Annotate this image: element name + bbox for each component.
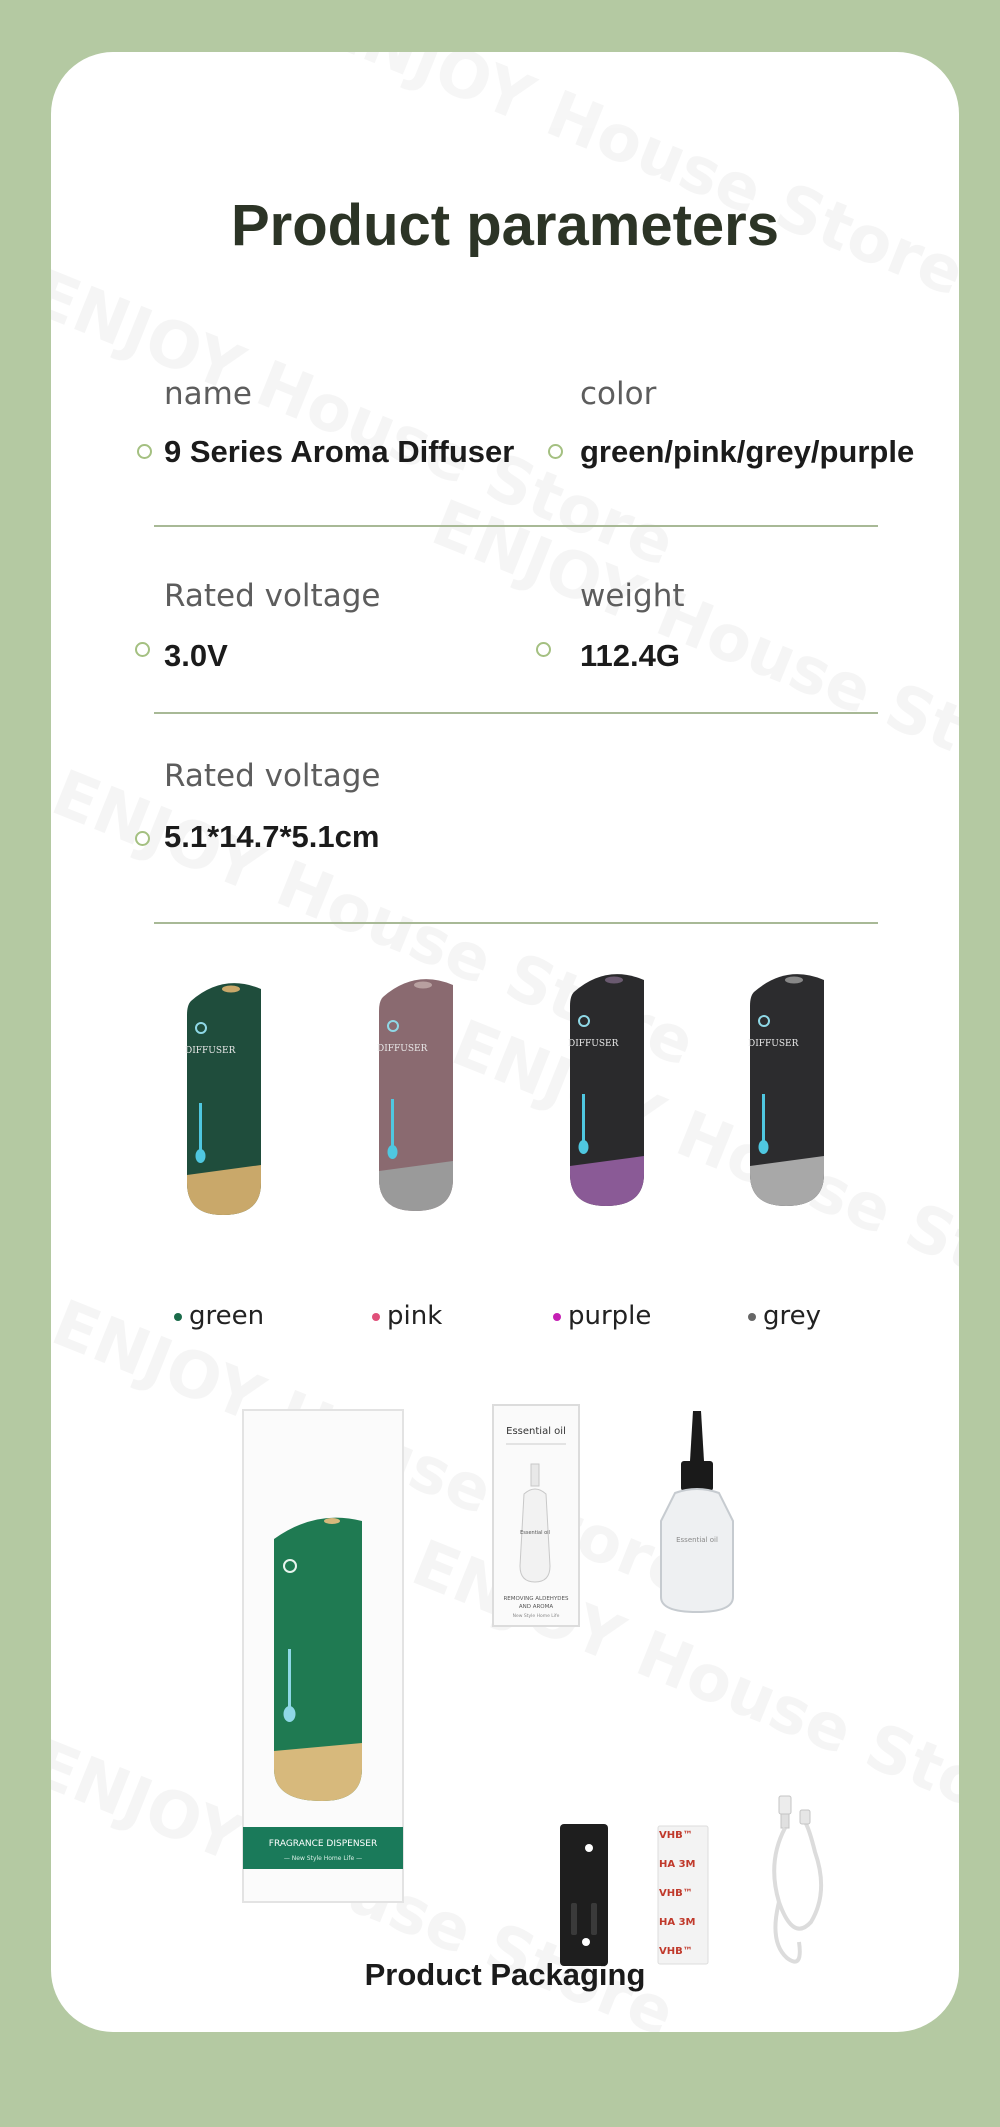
variant-label: grey [763,1301,822,1331]
grey-dot-icon [748,1312,756,1321]
color-value: green/pink/grey/purple [580,434,915,469]
variant-caption-grey: grey [748,1301,821,1331]
svg-text:Essential oil: Essential oil [676,1536,718,1544]
purple-diffuser-image: DIFFUSER [568,974,644,1206]
svg-text:— New Style Home Life —: — New Style Home Life — [284,1855,362,1862]
divider [154,525,878,527]
svg-text:Essential oil: Essential oil [506,1426,566,1437]
svg-text:DIFFUSER: DIFFUSER [377,1044,428,1054]
name-label: name [164,376,252,412]
pink-dot-icon [372,1312,380,1321]
product-card: ENJOY House Store ENJOY House Store ENJO… [51,52,959,2032]
svg-text:HA 3M: HA 3M [659,1859,696,1870]
green-diffuser-image: DIFFUSER [185,983,261,1215]
color-label: color [580,376,657,412]
bullet-ring-icon [548,444,563,459]
bullet-ring-icon [137,444,152,459]
watermark-text: ENJOY House Store [442,1007,959,1332]
variant-caption-green: green [174,1301,264,1331]
purple-dot-icon [553,1312,561,1321]
voltage-value: 3.0V [164,638,228,673]
name-value: 9 Series Aroma Diffuser [164,434,515,469]
essential-oil-bottle-image: Essential oil [660,1411,734,1614]
size-value: 5.1*14.7*5.1cm [164,819,380,854]
green-dot-icon [174,1312,182,1321]
grey-diffuser-image: DIFFUSER [748,974,824,1206]
variant-label: pink [387,1301,443,1331]
svg-text:DIFFUSER: DIFFUSER [568,1039,619,1049]
usb-cable-image [772,1795,824,1964]
variant-label: purple [568,1301,652,1331]
svg-text:New Style Home Life: New Style Home Life [513,1613,560,1619]
page-title: Product parameters [231,193,779,258]
watermark-text: ENJOY House Store [422,487,959,812]
product-box-image: FRAGRANCE DISPENSER — New Style Home Lif… [242,1409,404,1903]
packaging-title: Product Packaging [364,1957,646,1992]
svg-text:VHB™: VHB™ [659,1830,693,1841]
wall-bracket-image [560,1824,608,1966]
variant-label: green [189,1301,265,1331]
bullet-ring-icon [536,642,551,657]
svg-text:FRAGRANCE DISPENSER: FRAGRANCE DISPENSER [269,1839,377,1849]
svg-text:DIFFUSER: DIFFUSER [185,1046,236,1056]
divider [154,922,878,924]
svg-text:AND AROMA: AND AROMA [519,1604,554,1610]
variant-caption-pink: pink [372,1301,442,1331]
divider [154,712,878,714]
svg-text:REMOVING ALDEHYDES: REMOVING ALDEHYDES [503,1596,569,1602]
watermark-text: ENJOY House Store [312,52,959,311]
weight-value: 112.4G [580,638,680,673]
watermark-text: ENJOY House Store [51,257,684,582]
bullet-ring-icon [135,831,150,846]
svg-text:VHB™: VHB™ [659,1888,693,1899]
voltage-label: Rated voltage [164,578,381,614]
variant-caption-purple: purple [553,1301,651,1331]
bullet-ring-icon [135,642,150,657]
essential-oil-box-image: Essential oil Essential oil REMOVING ALD… [492,1404,580,1627]
adhesive-tape-image: VHB™ HA 3M VHB™ HA 3M VHB™ [657,1825,709,1965]
svg-text:HA 3M: HA 3M [659,1917,696,1928]
svg-text:Essential oil: Essential oil [520,1530,550,1536]
size-label: Rated voltage [164,758,381,794]
pink-diffuser-image: DIFFUSER [377,979,453,1211]
weight-label: weight [580,578,685,614]
svg-text:DIFFUSER: DIFFUSER [748,1039,799,1049]
svg-text:VHB™: VHB™ [659,1946,693,1957]
